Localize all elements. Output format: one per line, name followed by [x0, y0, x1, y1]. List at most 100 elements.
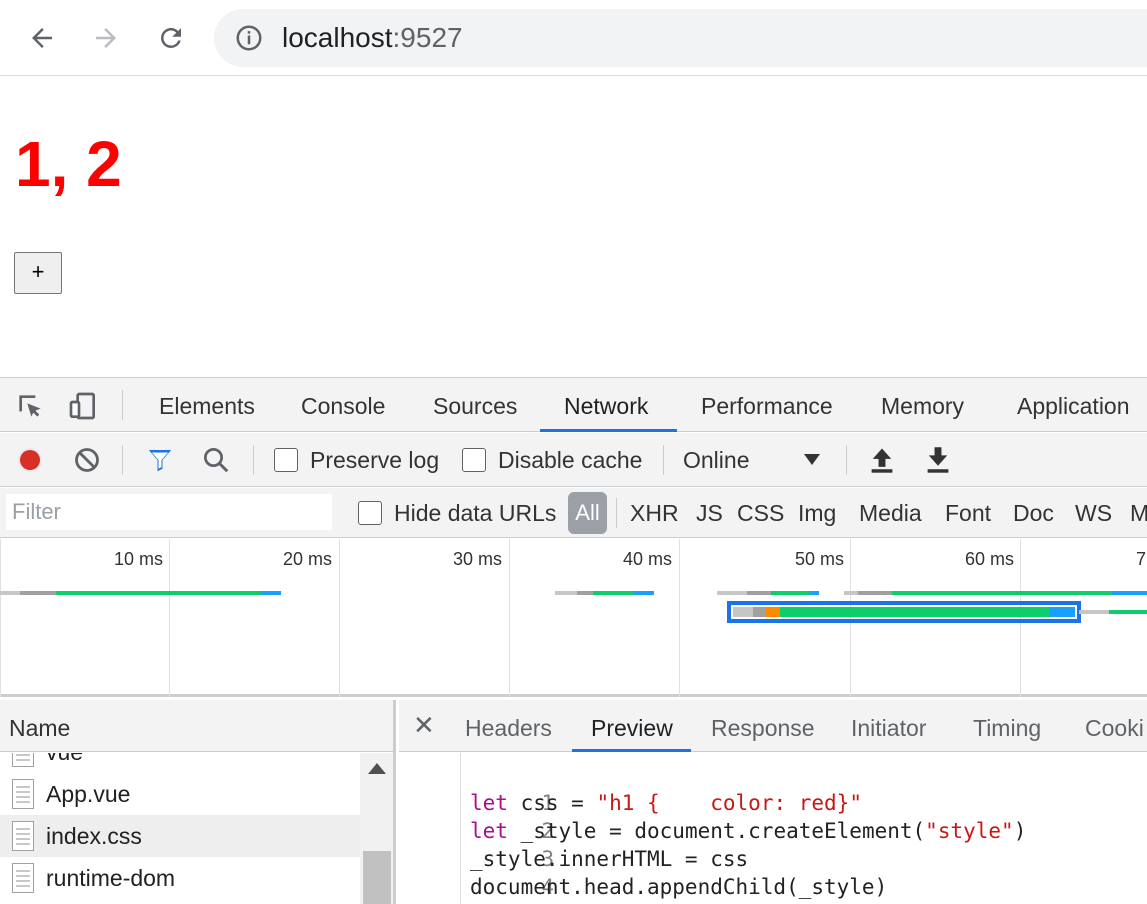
- throttle-select[interactable]: Online: [683, 433, 828, 487]
- inspect-element-icon[interactable]: [14, 390, 46, 422]
- tab-elements[interactable]: Elements: [159, 378, 255, 432]
- tab-cookies[interactable]: Cooki: [1085, 700, 1144, 752]
- tab-network[interactable]: Network: [564, 378, 648, 432]
- disable-cache-check[interactable]: [462, 448, 486, 472]
- reload-button[interactable]: [151, 18, 191, 58]
- upload-icon: [871, 448, 893, 473]
- toolbar-divider: [846, 445, 847, 475]
- filter-type-img[interactable]: Img: [798, 488, 836, 538]
- filter-type-media[interactable]: Media: [859, 488, 922, 538]
- list-item[interactable]: vue: [0, 753, 360, 773]
- filter-input[interactable]: Filter: [6, 494, 332, 530]
- scrollbar-thumb[interactable]: [363, 851, 391, 904]
- tab-response[interactable]: Response: [711, 700, 815, 752]
- filter-type-ws[interactable]: WS: [1075, 488, 1112, 538]
- hide-data-urls-label: Hide data URLs: [394, 499, 557, 526]
- tab-preview[interactable]: Preview: [591, 700, 673, 752]
- disable-cache-checkbox[interactable]: Disable cache: [462, 433, 642, 487]
- request-list-panel: Name vue App.vue index.css runtime-dom: [0, 700, 396, 904]
- list-item-selected[interactable]: index.css: [0, 815, 360, 857]
- info-icon[interactable]: [234, 23, 264, 53]
- request-list: vue App.vue index.css runtime-dom: [0, 753, 360, 904]
- file-icon: [12, 753, 34, 767]
- active-tab-indicator: [540, 429, 677, 432]
- url-text[interactable]: localhost:9527: [282, 21, 463, 55]
- name-column-header[interactable]: Name: [0, 700, 393, 752]
- tab-memory[interactable]: Memory: [881, 378, 964, 432]
- page-viewport: 1, 2 +: [0, 77, 1147, 377]
- vertical-scrollbar[interactable]: [360, 753, 393, 904]
- code-text: _style.innerHTML = css: [470, 847, 749, 871]
- filter-type-js[interactable]: JS: [696, 488, 723, 538]
- clear-icon: [75, 448, 99, 472]
- selected-request-bar: [727, 601, 1147, 623]
- tab-console[interactable]: Console: [301, 378, 385, 432]
- tab-sources[interactable]: Sources: [433, 378, 517, 432]
- network-overview-timeline[interactable]: 10 ms 20 ms 30 ms 40 ms 50 ms 60 ms 7: [0, 539, 1147, 697]
- devtools-panel: Elements Console Sources Network Perform…: [0, 377, 1147, 904]
- page-heading: 1, 2: [15, 128, 122, 200]
- code-string: "h1 { color: red}": [596, 791, 862, 815]
- address-bar[interactable]: localhost:9527: [214, 9, 1147, 67]
- search-button[interactable]: [201, 433, 231, 487]
- forward-button[interactable]: [86, 18, 126, 58]
- request-name: runtime-dom: [46, 864, 176, 891]
- filter-type-manifest[interactable]: M: [1130, 488, 1147, 538]
- close-icon[interactable]: ✕: [413, 710, 435, 740]
- filter-toggle-button[interactable]: [145, 433, 175, 487]
- request-bar-row-3: [717, 591, 819, 595]
- code-line: 5: [399, 873, 555, 904]
- preserve-log-check[interactable]: [274, 448, 298, 472]
- tab-headers[interactable]: Headers: [465, 700, 552, 752]
- source-preview[interactable]: 1 let css = "h1 { color: red}" 2 let _styl…: [399, 753, 1147, 904]
- clear-button[interactable]: [73, 433, 101, 487]
- filter-type-doc[interactable]: Doc: [1013, 488, 1054, 538]
- preserve-log-label: Preserve log: [310, 446, 440, 473]
- filter-type-font[interactable]: Font: [945, 488, 991, 538]
- increment-button[interactable]: +: [14, 252, 62, 294]
- filter-type-all[interactable]: All: [568, 492, 607, 534]
- browser-toolbar: localhost:9527: [0, 0, 1147, 76]
- import-har-button[interactable]: [868, 433, 896, 487]
- filter-bar: Filter Hide data URLs All XHR JS CSS Img…: [0, 488, 1147, 538]
- scroll-up-arrow-icon[interactable]: [368, 763, 386, 774]
- file-icon: [12, 821, 34, 851]
- request-name: App.vue: [46, 780, 131, 807]
- filter-type-xhr[interactable]: XHR: [630, 488, 679, 538]
- reload-icon: [161, 27, 181, 48]
- preserve-log-checkbox[interactable]: Preserve log: [274, 433, 439, 487]
- record-button[interactable]: [16, 433, 44, 487]
- list-item[interactable]: App.vue: [0, 773, 360, 815]
- devtools-tab-strip: Elements Console Sources Network Perform…: [0, 378, 1147, 432]
- code-line: 2 let _style = document.createElement("st…: [399, 789, 1026, 843]
- dropdown-arrow-icon: [804, 454, 820, 465]
- url-host: localhost: [282, 22, 393, 53]
- code-line: 1 let css = "h1 { color: red}": [399, 761, 862, 815]
- request-bar-row-4: [844, 591, 1147, 595]
- tab-timing[interactable]: Timing: [973, 700, 1041, 752]
- list-item[interactable]: runtime-dom: [0, 857, 360, 899]
- back-button[interactable]: [22, 18, 62, 58]
- hide-data-urls-checkbox[interactable]: Hide data URLs: [358, 488, 556, 538]
- device-toolbar-icon[interactable]: [67, 390, 99, 422]
- toolbar-divider: [122, 445, 123, 475]
- code-string: "style": [925, 819, 1014, 843]
- search-icon: [204, 448, 229, 473]
- tab-initiator[interactable]: Initiator: [851, 700, 926, 752]
- download-icon: [927, 447, 949, 473]
- tab-performance[interactable]: Performance: [701, 378, 833, 432]
- timeline-bars: [0, 591, 1147, 623]
- record-icon: [18, 448, 42, 472]
- code-text: _style = document.createElement(: [507, 819, 926, 843]
- throttle-value: Online: [683, 446, 750, 473]
- request-name: index.css: [46, 822, 142, 849]
- request-bar-row-2: [555, 591, 654, 595]
- export-har-button[interactable]: [924, 433, 952, 487]
- network-toolbar: Preserve log Disable cache Online: [0, 433, 1147, 487]
- filter-type-css[interactable]: CSS: [737, 488, 784, 538]
- tab-application[interactable]: Application: [1017, 378, 1130, 432]
- toolbar-divider: [122, 390, 123, 420]
- request-detail-panel: ✕ Headers Preview Response Initiator Tim…: [399, 700, 1147, 904]
- hide-data-urls-check[interactable]: [358, 501, 382, 525]
- toolbar-divider: [663, 445, 664, 475]
